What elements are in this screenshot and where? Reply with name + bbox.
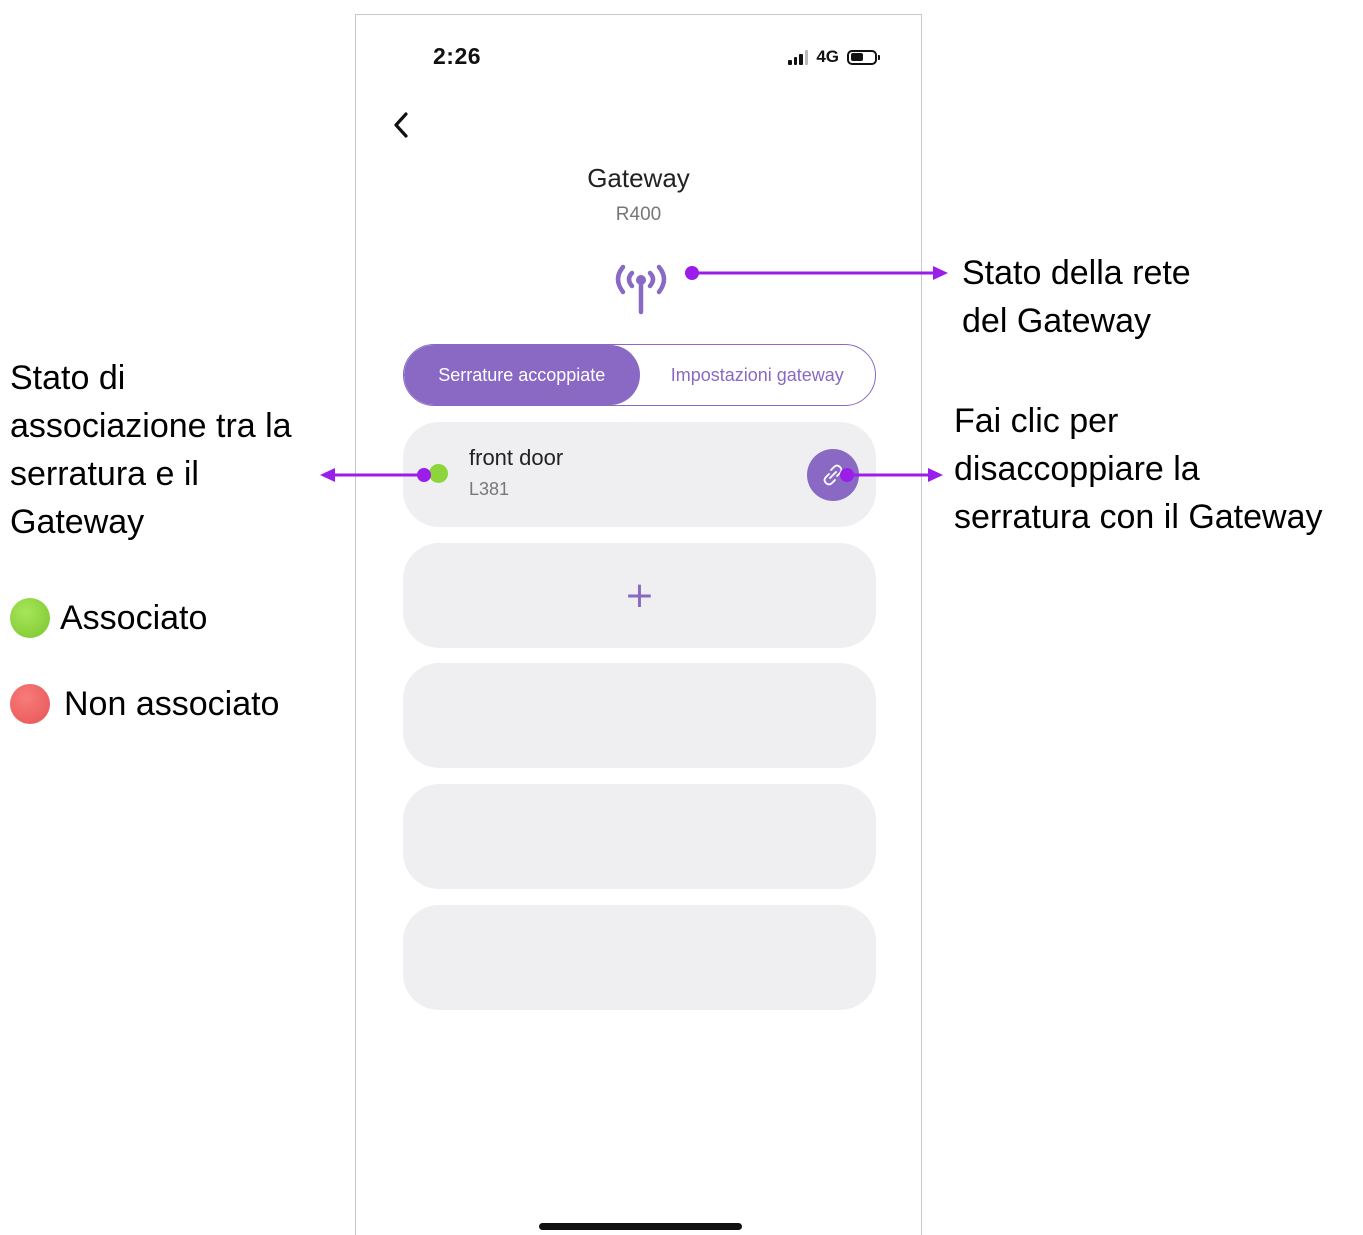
empty-slot	[403, 905, 876, 1010]
annotation-association: Stato di associazione tra la serratura e…	[10, 359, 292, 541]
green-dot-icon	[10, 598, 50, 638]
unlink-icon	[823, 464, 843, 486]
annotation-network-status: Stato della rete del Gateway	[962, 254, 1191, 340]
empty-slot	[403, 663, 876, 768]
tab-gateway-settings[interactable]: Impostazioni gateway	[640, 345, 876, 405]
add-lock-button[interactable]: +	[403, 543, 876, 648]
lock-list-item[interactable]: front door L381	[403, 422, 876, 527]
legend-associated-label: Associato	[60, 598, 208, 637]
annotation-unlink: Fai clic per disaccoppiare la serratura …	[954, 402, 1323, 536]
legend-not-associated-label: Non associato	[64, 684, 280, 723]
unlink-button[interactable]	[807, 449, 859, 501]
device-model: R400	[615, 204, 662, 225]
tab-paired-locks[interactable]: Serrature accoppiate	[404, 345, 640, 405]
legend-not-associated: Non associato	[10, 684, 279, 724]
phone-screen: 2:26 4G Gateway R400 Serrature accoppiat…	[355, 14, 922, 1235]
empty-slot	[403, 784, 876, 889]
status-time: 2:26	[433, 43, 482, 69]
status-indicators: 4G	[788, 47, 880, 67]
plus-icon: +	[624, 574, 655, 616]
battery-icon	[847, 49, 880, 65]
chevron-left-icon	[394, 112, 408, 138]
antenna-signal-icon	[615, 264, 667, 315]
lock-model: L381	[469, 479, 510, 499]
red-dot-icon	[10, 684, 50, 724]
page-title: Gateway	[587, 163, 690, 193]
tab-switcher: Serrature accoppiate Impostazioni gatewa…	[403, 344, 876, 406]
back-button[interactable]	[386, 107, 418, 143]
association-status-dot	[429, 464, 448, 483]
home-indicator	[539, 1223, 742, 1230]
lock-name: front door	[469, 445, 564, 470]
cellular-signal-icon	[788, 49, 809, 65]
network-type: 4G	[816, 47, 839, 66]
annotated-screenshot: 2:26 4G Gateway R400 Serrature accoppiat…	[0, 0, 1363, 1235]
legend-associated: Associato	[10, 598, 207, 638]
